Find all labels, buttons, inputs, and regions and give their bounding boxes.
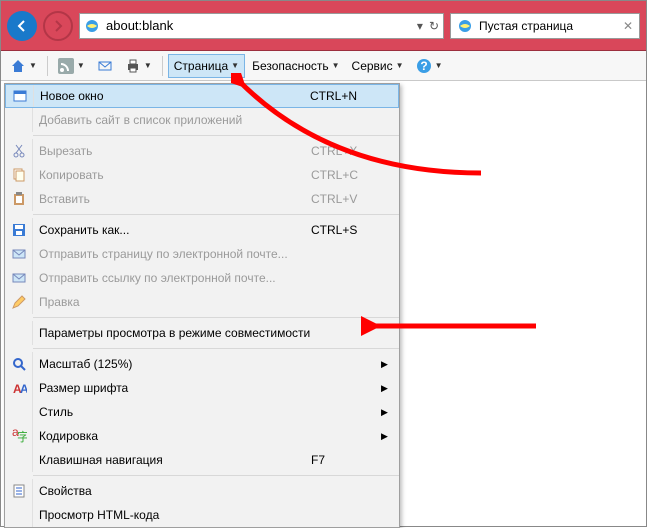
service-menu-button[interactable]: Сервис ▼ (347, 54, 409, 78)
menu-view-source[interactable]: Просмотр HTML-кода (5, 503, 399, 527)
refresh-icon[interactable]: ↻ (429, 19, 439, 33)
security-menu-button[interactable]: Безопасность ▼ (247, 54, 344, 78)
cut-icon (11, 143, 27, 159)
mail-icon (97, 58, 113, 74)
forward-button[interactable] (43, 11, 73, 41)
page-dropdown-menu: Новое окно CTRL+N Добавить сайт в список… (4, 83, 400, 528)
mail-link-icon (11, 270, 27, 286)
feeds-button[interactable]: ▼ (53, 54, 90, 78)
menu-edit: Правка (5, 290, 399, 314)
fontsize-icon: AA (11, 380, 27, 396)
close-icon[interactable]: ✕ (623, 19, 633, 33)
mail-page-icon (11, 246, 27, 262)
zoom-icon (11, 356, 27, 372)
ie-icon (457, 18, 473, 34)
menu-encoding[interactable]: a字 Кодировка▶ (5, 424, 399, 448)
address-bar[interactable]: ▾ ↻ (79, 13, 444, 39)
menu-paste: ВставитьCTRL+V (5, 187, 399, 211)
command-bar: ▼ ▼ ▼ Страница ▼ Безопасность ▼ Сервис ▼… (1, 51, 646, 81)
help-button[interactable]: ?▼ (411, 54, 448, 78)
menu-properties[interactable]: Свойства (5, 479, 399, 503)
home-button[interactable]: ▼ (5, 54, 42, 78)
menu-copy: КопироватьCTRL+C (5, 163, 399, 187)
window-icon (12, 88, 28, 104)
svg-text:A: A (20, 382, 27, 396)
page-menu-button[interactable]: Страница ▼ (168, 54, 245, 78)
menu-style[interactable]: Стиль▶ (5, 400, 399, 424)
menu-send-page: Отправить страницу по электронной почте.… (5, 242, 399, 266)
browser-tab[interactable]: Пустая страница ✕ (450, 13, 640, 39)
home-icon (10, 58, 26, 74)
svg-text:?: ? (420, 59, 427, 73)
back-button[interactable] (7, 11, 37, 41)
tab-title: Пустая страница (479, 19, 573, 33)
copy-icon (11, 167, 27, 183)
save-icon (11, 222, 27, 238)
titlebar: ▾ ↻ Пустая страница ✕ (1, 1, 646, 51)
menu-caret-browsing[interactable]: Клавишная навигацияF7 (5, 448, 399, 472)
menu-font-size[interactable]: AA Размер шрифта▶ (5, 376, 399, 400)
pencil-icon (11, 294, 27, 310)
properties-icon (11, 483, 27, 499)
menu-add-site: Добавить сайт в список приложений (5, 108, 399, 132)
menu-new-window[interactable]: Новое окно CTRL+N (5, 84, 399, 108)
menu-compatibility-view[interactable]: Параметры просмотра в режиме совместимос… (5, 321, 399, 345)
print-icon (125, 58, 141, 74)
help-icon: ? (416, 58, 432, 74)
menu-zoom[interactable]: Масштаб (125%)▶ (5, 352, 399, 376)
menu-cut: ВырезатьCTRL+X (5, 139, 399, 163)
rss-icon (58, 58, 74, 74)
ie-icon (84, 18, 100, 34)
url-input[interactable] (104, 17, 413, 34)
svg-text:字: 字 (17, 429, 27, 444)
menu-save-as[interactable]: Сохранить как...CTRL+S (5, 218, 399, 242)
paste-icon (11, 191, 27, 207)
encoding-icon: a字 (11, 428, 27, 444)
print-button[interactable]: ▼ (120, 54, 157, 78)
menu-send-link: Отправить ссылку по электронной почте... (5, 266, 399, 290)
dropdown-icon[interactable]: ▾ (417, 19, 423, 33)
readmail-button[interactable] (92, 54, 118, 78)
